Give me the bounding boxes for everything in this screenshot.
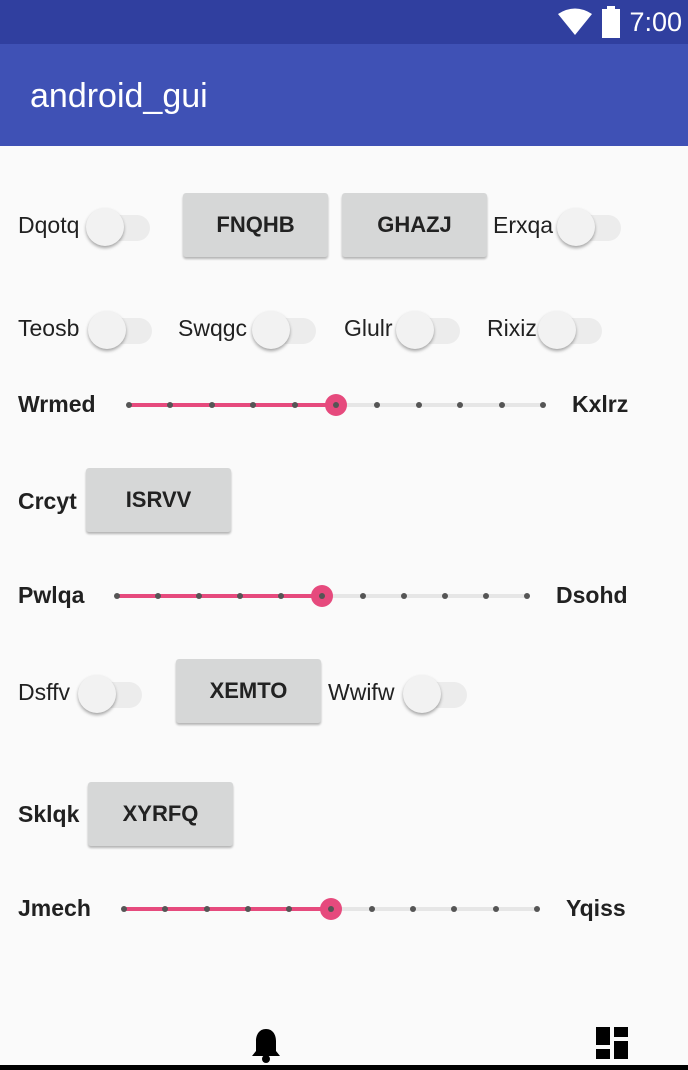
fnqhb-button[interactable]: FNQHB: [183, 193, 328, 257]
xemto-button[interactable]: XEMTO: [176, 659, 321, 723]
seekbar-progress: [124, 907, 331, 911]
battery-icon: [602, 6, 621, 38]
seekbar-tick: [368, 906, 375, 912]
switch-swqgc[interactable]: [252, 307, 318, 349]
ghazj-button[interactable]: GHAZJ: [342, 193, 487, 257]
seekbar-tick: [114, 593, 120, 599]
switch-label-teosb: Teosb: [18, 315, 80, 341]
switch-label-glulr: Glulr: [344, 315, 393, 341]
seekbar-label-pwlqa: Pwlqa: [18, 582, 85, 608]
switch-thumb: [557, 208, 595, 246]
label-crcyt: Crcyt: [18, 488, 77, 514]
wifi-icon: [558, 8, 593, 35]
seekbar-tick: [291, 402, 298, 408]
switch-label-rixiz: Rixiz: [487, 315, 537, 341]
seekbar-label-kxlrz: Kxlrz: [572, 391, 629, 417]
switch-label-swqgc: Swqgc: [178, 315, 248, 341]
seekbar-tick: [278, 593, 284, 599]
switch-teosb[interactable]: [88, 307, 154, 349]
xyrfq-button[interactable]: XYRFQ: [88, 782, 233, 846]
seekbar-tick: [360, 593, 366, 599]
seekbar-pwlqa[interactable]: [114, 581, 530, 611]
seekbar-tick: [208, 402, 215, 408]
seekbar-thumb-center: [327, 906, 334, 912]
switch-thumb: [86, 208, 124, 246]
seekbar-tick: [457, 402, 464, 408]
switch-thumb: [403, 675, 441, 713]
switch-thumb: [396, 311, 434, 349]
seekbar-label-dsohd: Dsohd: [556, 582, 628, 608]
seekbar-progress: [117, 594, 322, 598]
seekbar-thumb[interactable]: [311, 585, 333, 607]
switch-dqotq[interactable]: [86, 204, 152, 246]
seekbar-thumb-center: [333, 402, 339, 408]
seekbar-tick: [155, 593, 161, 599]
app-bar: android_gui: [0, 44, 688, 146]
seekbar-tick: [442, 593, 448, 599]
status-bar: 7:00: [0, 0, 688, 44]
seekbar-progress: [129, 403, 336, 407]
seekbar-thumb[interactable]: [325, 394, 347, 416]
switch-thumb: [88, 311, 126, 349]
seekbar-tick: [126, 402, 132, 408]
seekbar-tick: [410, 906, 417, 912]
seekbar-tick: [498, 402, 505, 408]
seekbar-label-wrmed: Wrmed: [18, 391, 96, 417]
switch-dsffv[interactable]: [78, 671, 144, 713]
status-indicators: 7:00: [557, 0, 682, 44]
switch-wwifw[interactable]: [403, 671, 469, 713]
seekbar-tick: [451, 906, 458, 912]
bell-icon[interactable]: [250, 1027, 282, 1063]
seekbar-tick: [401, 593, 407, 599]
seekbar-tick: [483, 593, 489, 599]
switch-thumb: [538, 311, 576, 349]
switch-label-wwifw: Wwifw: [328, 679, 395, 705]
seekbar-jmech[interactable]: [121, 894, 540, 924]
seekbar-tick: [534, 906, 540, 912]
app-title: android_gui: [30, 77, 208, 115]
seekbar-tick: [415, 402, 422, 408]
seekbar-tick: [540, 402, 546, 408]
switch-rixiz[interactable]: [538, 307, 604, 349]
switch-label-erxqa: Erxqa: [493, 212, 554, 238]
switch-thumb: [78, 675, 116, 713]
seekbar-wrmed[interactable]: [126, 390, 546, 420]
switch-erxqa[interactable]: [557, 204, 623, 246]
seekbar-tick: [286, 906, 293, 912]
switch-glulr[interactable]: [396, 307, 462, 349]
seekbar-tick: [492, 906, 499, 912]
seekbar-label-jmech: Jmech: [18, 895, 91, 921]
seekbar-tick: [203, 906, 210, 912]
seekbar-tick: [162, 906, 169, 912]
seekbar-thumb-center: [319, 593, 325, 599]
seekbar-tick: [237, 593, 243, 599]
seekbar-tick: [196, 593, 202, 599]
seekbar-tick: [374, 402, 381, 408]
switch-label-dsffv: Dsffv: [18, 679, 70, 705]
seekbar-tick: [121, 906, 127, 912]
status-time: 7:00: [629, 6, 682, 37]
dashboard-icon[interactable]: [596, 1027, 628, 1059]
seekbar-tick: [250, 402, 257, 408]
switch-label-dqotq: Dqotq: [18, 212, 80, 238]
seekbar-tick: [524, 593, 530, 599]
bottom-edge: [0, 1065, 688, 1070]
seekbar-tick: [167, 402, 174, 408]
seekbar-tick: [244, 906, 251, 912]
seekbar-label-yqiss: Yqiss: [566, 895, 626, 921]
switch-thumb: [252, 311, 290, 349]
seekbar-thumb[interactable]: [319, 898, 342, 920]
isrvv-button[interactable]: ISRVV: [86, 468, 231, 532]
label-sklqk: Sklqk: [18, 801, 80, 827]
